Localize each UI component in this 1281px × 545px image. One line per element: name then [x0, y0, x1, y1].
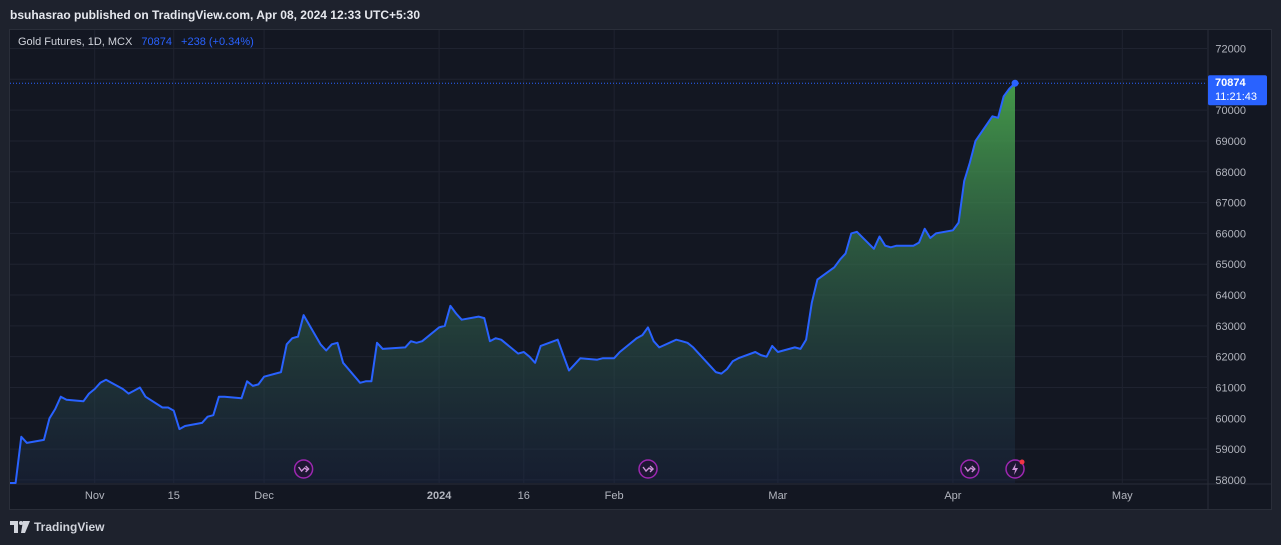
price-chart[interactable]: 7200071000700006900068000670006600065000… [0, 0, 1281, 545]
y-tick-label: 58000 [1215, 475, 1246, 487]
y-tick-label: 67000 [1215, 198, 1246, 210]
y-tick-label: 72000 [1215, 43, 1246, 55]
x-tick-label: 15 [168, 490, 180, 502]
x-tick-label: Mar [768, 490, 787, 502]
tradingview-logo[interactable]: TradingView [10, 520, 104, 534]
y-tick-label: 62000 [1215, 352, 1246, 364]
time-axis[interactable]: Nov 15 Dec 2024 16 Feb Mar Apr May [85, 490, 1133, 502]
tradingview-icon [10, 521, 30, 533]
y-tick-label: 60000 [1215, 413, 1246, 425]
lightning-event-icon[interactable] [1005, 459, 1025, 479]
x-tick-label: Nov [85, 490, 105, 502]
y-tick-label: 69000 [1215, 136, 1246, 148]
dividend-event-icon[interactable] [960, 459, 980, 479]
x-tick-label: 16 [518, 490, 530, 502]
price-change: +238 (+0.34%) [181, 36, 254, 48]
x-tick-label: May [1112, 490, 1133, 502]
x-tick-label: 2024 [427, 490, 452, 502]
x-tick-label: Apr [944, 490, 961, 502]
y-tick-label: 63000 [1215, 321, 1246, 333]
brand-text: TradingView [34, 520, 105, 534]
y-tick-label: 59000 [1215, 444, 1246, 456]
footer: TradingView [0, 513, 1281, 545]
alert-dot [1019, 459, 1025, 465]
last-price-value: 70874 [141, 36, 172, 48]
x-tick-label: Dec [254, 490, 274, 502]
last-price-countdown: 11:21:43 [1215, 91, 1257, 103]
price-axis[interactable]: 7200071000700006900068000670006600065000… [1215, 43, 1246, 486]
y-tick-label: 70000 [1215, 105, 1246, 117]
area-fill [10, 83, 1015, 483]
y-tick-label: 65000 [1215, 259, 1246, 271]
symbol-label[interactable]: Gold Futures, 1D, MCX [18, 36, 132, 48]
last-price-badge-value: 70874 [1215, 77, 1246, 89]
y-tick-label: 66000 [1215, 228, 1246, 240]
dividend-event-icon[interactable] [293, 459, 314, 479]
y-tick-label: 61000 [1215, 382, 1246, 394]
dividend-event-icon[interactable] [638, 459, 658, 479]
y-tick-label: 68000 [1215, 167, 1246, 179]
y-tick-label: 64000 [1215, 290, 1246, 302]
area-fill-path [10, 83, 1015, 483]
x-tick-label: Feb [605, 490, 624, 502]
chart-legend: Gold Futures, 1D, MCX 70874 +238 (+0.34%… [18, 36, 254, 48]
